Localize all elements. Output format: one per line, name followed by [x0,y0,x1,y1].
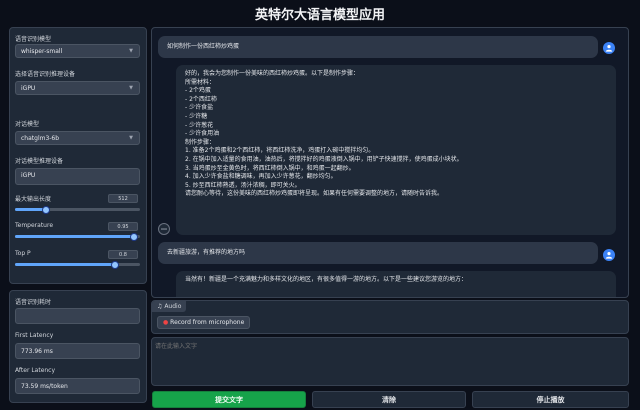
bot-message-line: 4. 加入少许食盐和糖调味，再加入少许葱花，翻炒均匀。 [185,173,337,181]
text-input-panel [151,337,629,386]
chevron-down-icon: ▼ [129,85,133,91]
speech-time-label: 语音识别耗时 [15,299,52,306]
user-message: 如何制作一份西红柿炒鸡蛋 [158,36,598,58]
stop-playback-button[interactable]: 停止播放 [472,391,629,408]
chat-model-label: 对话模型 [15,121,40,128]
bot-message-line: 3. 当鸡蛋炒至金黄色时，将西红柿倒入锅中，和鸡蛋一起翻炒。 [185,164,355,172]
app-title: 英特尔大语言模型应用 [254,8,385,23]
bot-message-line: - 少许糖 [185,112,208,120]
temperature-number[interactable]: 0.95 [108,222,138,231]
chevron-down-icon: ▼ [129,48,133,54]
music-icon: ♫ [157,303,163,310]
bot-message-line: - 2个鸡蛋 [185,87,211,95]
text-input[interactable] [155,341,625,382]
chevron-down-icon: ▼ [129,135,133,141]
top-p-slider[interactable] [15,260,140,269]
chat-model-dropdown[interactable]: chatglm3-6b ▼ [15,131,140,145]
record-button-label: Record from microphone [170,319,245,326]
bot-message-line: 请您耐心等待，这份美味的西红柿炒鸡蛋即将呈现。如果有任何需要调整的地方，请随时告… [185,190,444,198]
speech-model-dropdown[interactable]: whisper-small ▼ [15,44,140,58]
user-avatar-icon [603,249,615,261]
bot-message-line: 2. 在锅中加入适量的食用油，油热后，将搅拌好的鸡蛋液倒入锅中，用铲子快速搅拌，… [185,155,463,163]
speech-device-value: iGPU [21,85,36,92]
audio-input-panel: ♫ Audio ● Record from microphone [151,300,629,334]
metrics-panel: 语音识别耗时 First Latency 773.96 ms After Lat… [9,290,147,403]
user-message-text: 去新疆旅游，有推荐的地方吗 [167,249,246,256]
chat-device-input[interactable]: iGPU [15,168,140,185]
chat-device-label: 对话模型推理设备 [15,158,64,165]
first-latency-label: First Latency [15,332,54,339]
bot-message-line: 所需材料： [185,78,216,86]
submit-text-button[interactable]: 提交文字 [152,391,306,408]
audio-tag: ♫ Audio [152,301,187,312]
slider-fill [15,263,115,266]
speech-device-dropdown[interactable]: iGPU ▼ [15,81,140,95]
bot-avatar-icon [158,223,170,235]
record-icon: ● [163,319,169,326]
speech-model-label: 语音识别模型 [15,36,52,43]
slider-fill [15,235,134,238]
first-latency-value: 773.96 ms [15,343,140,359]
bot-message-line: 1. 准备2个鸡蛋和2个西红柿，将西红柿洗净，鸡蛋打入碗中搅拌均匀。 [185,147,375,155]
top-p-number[interactable]: 0.8 [108,250,138,259]
bot-message-line: 好的，我会为您制作一份美味的西红柿炒鸡蛋。以下是制作步骤： [185,70,360,77]
max-length-slider[interactable] [15,205,140,214]
bot-message: 好的，我会为您制作一份美味的西红柿炒鸡蛋。以下是制作步骤： 所需材料： - 2个… [176,65,616,235]
bot-message-line: - 少许食盐 [185,104,214,112]
slider-thumb[interactable] [42,205,51,214]
slider-thumb[interactable] [129,232,138,241]
audio-tag-label: Audio [164,303,182,310]
temperature-slider[interactable] [15,232,140,241]
max-length-label: 最大输出长度 [15,196,52,203]
record-button[interactable]: ● Record from microphone [157,316,251,329]
after-latency-value: 73.59 ms/token [15,378,140,394]
chat-device-value: iGPU [21,172,36,179]
bot-message-line: - 少许食用油 [185,130,220,138]
chat-model-value: chatglm3-6b [21,135,60,142]
user-message-text: 如何制作一份西红柿炒鸡蛋 [167,43,240,50]
top-p-label: Top P [15,250,31,257]
speech-model-value: whisper-small [21,48,63,55]
clear-button[interactable]: 清除 [312,391,466,408]
speech-time-value [15,308,140,324]
after-latency-label: After Latency [15,367,56,374]
user-avatar-icon [603,42,615,54]
user-message: 去新疆旅游，有推荐的地方吗 [158,242,598,264]
chatbot-panel[interactable]: 如何制作一份西红柿炒鸡蛋 好的，我会为您制作一份美味的西红柿炒鸡蛋。以下是制作步… [151,27,629,298]
bot-message: 当然有！新疆是一个充满魅力和多样文化的地区，有很多值得一游的地方。以下是一些建议… [176,271,616,297]
temperature-label: Temperature [15,222,54,229]
bot-message-line: 当然有！新疆是一个充满魅力和多样文化的地区，有很多值得一游的地方。以下是一些建议… [185,276,468,283]
speech-device-label: 选择语音识别推理设备 [15,71,76,78]
max-length-number[interactable]: 512 [108,194,138,203]
model-settings-panel: 语音识别模型 whisper-small ▼ 选择语音识别推理设备 iGPU ▼… [9,27,147,284]
bot-message-line: - 少许葱花 [185,121,214,129]
slider-thumb[interactable] [111,260,119,269]
bot-message-line: - 2个西红柿 [185,95,217,103]
